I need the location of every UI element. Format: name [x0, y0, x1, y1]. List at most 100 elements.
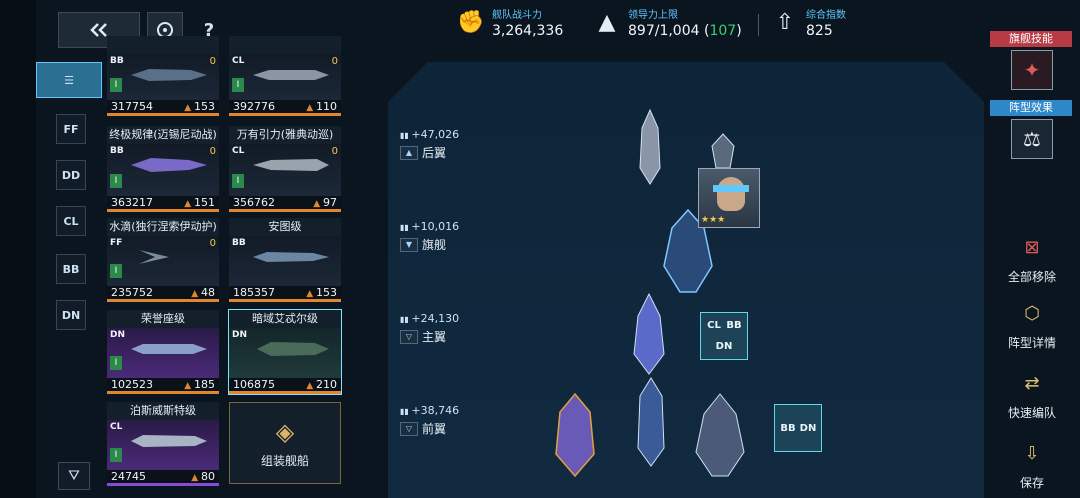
row-power: +38,746	[400, 404, 459, 417]
ship-name: 荣誉座级	[141, 312, 185, 325]
commander-portrait[interactable]: ★★★	[698, 168, 760, 228]
ship-command: 153	[184, 100, 215, 115]
card-stats: 102523 185	[107, 378, 219, 394]
formation-ship[interactable]	[550, 392, 600, 478]
filter-dd-button[interactable]: DD	[56, 160, 86, 190]
assemble-icon: ◈	[275, 417, 295, 446]
slot-class: BB	[726, 320, 742, 331]
ship-command: 110	[306, 100, 337, 115]
row-flagship[interactable]: +10,016 ▼ 旗舰	[400, 220, 459, 253]
card-stats: 185357 153	[229, 286, 341, 302]
formation-ship[interactable]	[634, 108, 666, 186]
filter-all-button[interactable]: ☰	[36, 62, 102, 98]
slot-class: DN	[715, 341, 733, 352]
main-wing-icon: ▽	[400, 329, 418, 344]
assemble-ship-button[interactable]: ◈ 组装舰船	[229, 402, 341, 484]
ship-name	[229, 36, 341, 54]
card-stats: 356762 97	[229, 196, 341, 212]
commander-visor	[713, 185, 749, 192]
ship-icon	[253, 252, 329, 262]
formation-icon: ⬡	[1024, 302, 1040, 324]
ship-icon	[131, 344, 207, 354]
ship-card[interactable]: 泊斯威斯特级 CL I 24745 80	[107, 402, 219, 486]
ship-card[interactable]: 安图级 BB 185357 153	[229, 218, 341, 302]
flagship-skill-tag: 旗舰技能	[990, 31, 1072, 47]
scales-icon: ⚖	[1023, 127, 1041, 151]
fleet-power-value: 3,264,336	[492, 23, 564, 39]
fleet-power-label: 舰队战斗力	[492, 10, 542, 21]
rear-wing-icon: ▲	[400, 145, 418, 160]
card-stats: 363217 151	[107, 196, 219, 212]
lock-count: 0	[209, 238, 216, 249]
ship-class: CL	[110, 422, 123, 432]
commander-face	[717, 177, 745, 211]
flagship-skill-button[interactable]: ✦	[1011, 50, 1053, 90]
ship-class: BB	[110, 56, 124, 66]
ship-card-selected[interactable]: 暗域艾忒尔级 DN 106875 210	[228, 309, 342, 395]
commander-stars: ★★★	[701, 215, 726, 225]
ship-card[interactable]: 水滴(独行涅索伊动护) FF I 0 235752 48	[107, 218, 219, 302]
ship-card[interactable]: 终极规律(迈锡尼动战) BB I 0 363217 151	[107, 126, 219, 212]
row-rear-wing[interactable]: +47,026 ▲ 后翼	[400, 128, 459, 161]
card-stats: 392776 110	[229, 100, 341, 116]
ship-power: 235752	[111, 286, 153, 299]
lock-count: 0	[209, 146, 216, 157]
swap-icon: ⇄	[1024, 372, 1040, 394]
ship-power: 356762	[233, 196, 275, 209]
tier-badge: I	[232, 174, 244, 188]
filter-bb-button[interactable]: BB	[56, 254, 86, 284]
tier-badge: I	[110, 174, 122, 188]
row-front-wing[interactable]: +38,746 ▽ 前翼	[400, 404, 459, 437]
leadership-icon: ▲	[598, 10, 616, 35]
filter-cl-button[interactable]: CL	[56, 206, 86, 236]
formation-ship[interactable]	[688, 392, 752, 478]
ship-card[interactable]: 万有引力(雅典动巡) CL I 0 356762 97	[229, 126, 341, 212]
tier-badge: I	[110, 78, 122, 92]
ship-command: 185	[184, 378, 215, 393]
ship-card[interactable]: CL I 0 392776 110	[229, 36, 341, 116]
ship-name: 水滴(独行涅索伊动护)	[109, 220, 217, 233]
ship-icon	[131, 158, 207, 172]
ship-icon	[253, 159, 329, 171]
ship-card[interactable]: 荣誉座级 DN I 102523 185	[107, 310, 219, 394]
remove-all-button[interactable]: ⊠ 全部移除	[998, 230, 1066, 285]
ship-class: DN	[232, 330, 248, 340]
filter-dn-button[interactable]: DN	[56, 300, 86, 330]
empty-slot-front[interactable]: BB DN	[774, 404, 822, 452]
ship-power: 24745	[111, 470, 146, 483]
leadership-label: 领导力上限	[628, 10, 678, 21]
ship-card[interactable]: BB I 0 317754 153	[107, 36, 219, 116]
index-label: 综合指数	[806, 10, 846, 21]
card-stats: 106875 210	[229, 378, 341, 394]
ship-command: 153	[306, 286, 337, 301]
ship-power: 317754	[111, 100, 153, 113]
row-name: 旗舰	[422, 238, 447, 252]
save-button[interactable]: ⇩ 保存	[998, 436, 1066, 491]
ship-name: 安图级	[268, 220, 302, 233]
quick-edit-button[interactable]: ⇄ 快速编队	[998, 366, 1066, 421]
ship-command: 97	[313, 196, 337, 211]
index-stat: ⇧ 综合指数 825	[770, 6, 846, 39]
filter-ff-button[interactable]: FF	[56, 114, 86, 144]
formation-detail-label: 阵型详情	[1007, 336, 1056, 350]
assemble-label: 组装舰船	[260, 453, 309, 468]
ship-icon	[253, 70, 329, 80]
filter-button[interactable]: ⛛	[58, 462, 90, 490]
ship-icon	[131, 69, 207, 81]
empty-slot-main[interactable]: CL BB DN	[700, 312, 748, 360]
formation-effect-button[interactable]: ⚖	[1011, 119, 1053, 159]
filter-icon: ⛛	[68, 468, 80, 484]
formation-detail-button[interactable]: ⬡ 阵型详情	[998, 296, 1066, 351]
ship-power: 392776	[233, 100, 275, 113]
row-name: 主翼	[422, 330, 447, 344]
card-stats: 317754 153	[107, 100, 219, 116]
tier-badge: I	[110, 448, 122, 462]
formation-ship[interactable]	[708, 132, 738, 172]
formation-ship[interactable]	[634, 376, 668, 468]
ship-icon	[257, 342, 329, 356]
row-main-wing[interactable]: +24,130 ▽ 主翼	[400, 312, 459, 345]
remove-all-label: 全部移除	[1007, 270, 1056, 284]
ship-class: BB	[110, 146, 124, 156]
ship-command: 151	[184, 196, 215, 211]
formation-ship[interactable]	[630, 292, 668, 376]
